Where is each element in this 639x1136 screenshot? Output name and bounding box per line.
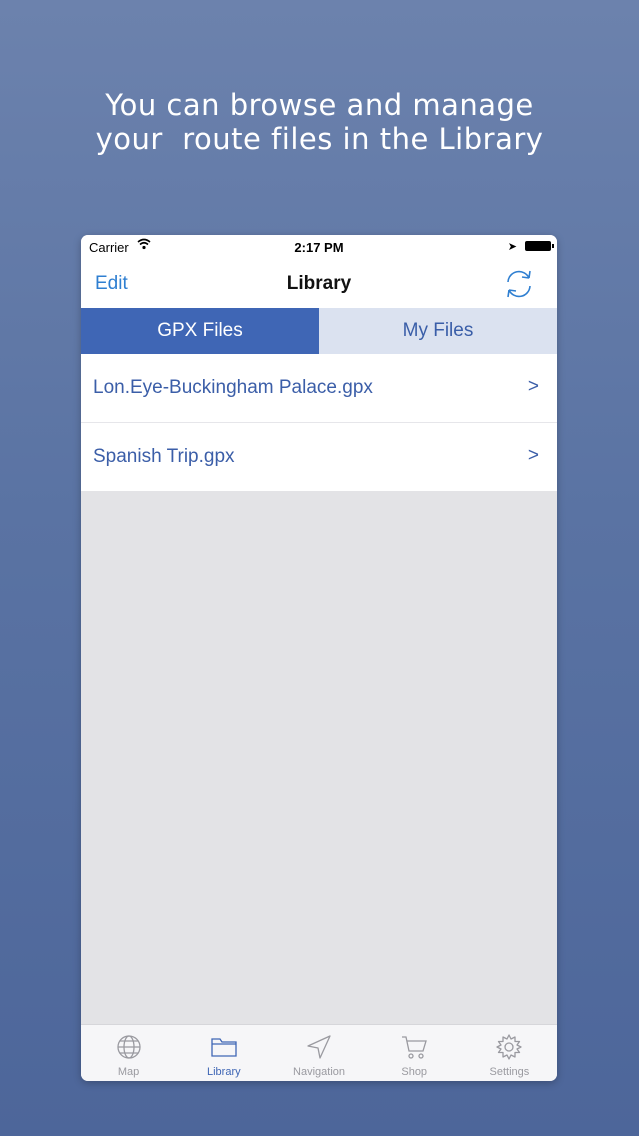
status-bar: Carrier 2:17 PM ➤ <box>81 235 557 259</box>
file-name: Lon.Eye-Buckingham Palace.gpx <box>93 377 373 398</box>
chevron-right-icon: > <box>527 376 539 397</box>
tab-label: Map <box>117 1066 140 1078</box>
tab-label: Navigation <box>293 1066 345 1078</box>
headline-line-1: You can browse and manage <box>105 88 534 122</box>
file-list: Lon.Eye-Buckingham Palace.gpx > Spanish … <box>81 354 557 491</box>
tab-label: Settings <box>489 1066 530 1078</box>
sync-icon[interactable] <box>501 266 537 302</box>
location-arrow-icon: ➤ <box>507 241 517 253</box>
list-item[interactable]: Lon.Eye-Buckingham Palace.gpx > <box>81 354 557 423</box>
chevron-right-icon: > <box>527 445 539 466</box>
navigation-arrow-icon <box>307 1035 331 1059</box>
tab-shop[interactable]: Shop <box>367 1025 462 1081</box>
file-name: Spanish Trip.gpx <box>93 446 235 467</box>
navigation-bar: Edit Library <box>81 259 557 309</box>
folder-icon <box>211 1038 237 1057</box>
cart-icon <box>402 1036 428 1059</box>
tab-label: Library <box>206 1066 241 1078</box>
tab-settings[interactable]: Settings <box>462 1025 557 1081</box>
segmented-control: GPX Files My Files <box>81 308 557 354</box>
battery-icon <box>525 241 554 251</box>
segment-my-files[interactable]: My Files <box>319 308 557 354</box>
tab-navigation[interactable]: Navigation <box>271 1025 366 1081</box>
list-item[interactable]: Spanish Trip.gpx > <box>81 423 557 491</box>
segment-gpx-files[interactable]: GPX Files <box>81 308 319 354</box>
tab-label: Shop <box>401 1066 428 1078</box>
globe-icon <box>116 1035 141 1059</box>
page-title: Library <box>286 273 352 294</box>
gear-icon <box>496 1034 523 1060</box>
tab-map[interactable]: Map <box>81 1025 176 1081</box>
tab-bar: Map Library Navigation Shop Settings <box>81 1024 557 1081</box>
headline: You can browse and manage your route fil… <box>0 88 639 156</box>
headline-line-2: your route files in the Library <box>95 122 544 156</box>
phone-screen: Carrier 2:17 PM ➤ Edit Library GPX Files… <box>81 235 557 1081</box>
tab-library[interactable]: Library <box>176 1025 271 1081</box>
status-time: 2:17 PM <box>294 240 344 255</box>
